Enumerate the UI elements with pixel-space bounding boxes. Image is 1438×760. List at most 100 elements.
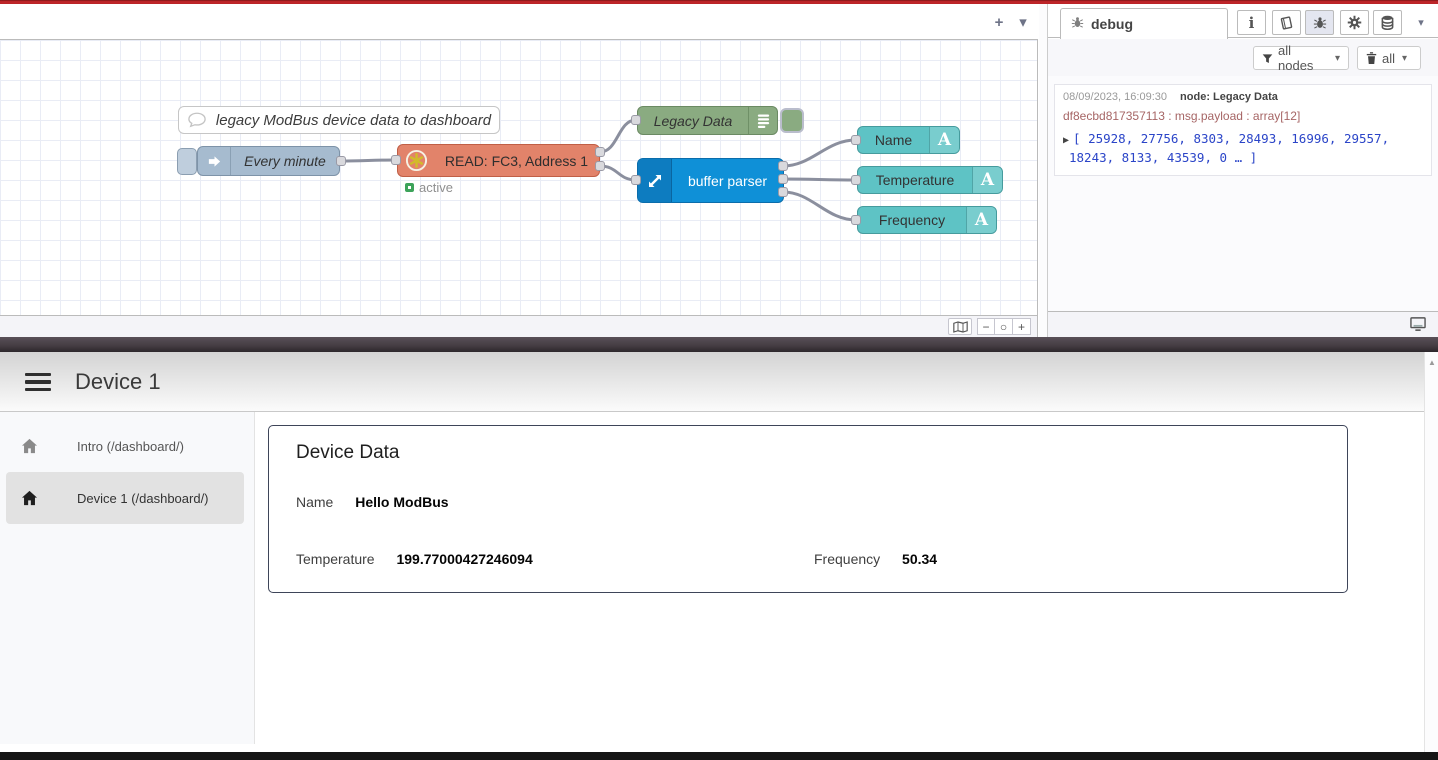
dashboard-scrollbar[interactable]: ▲	[1424, 352, 1438, 752]
dashboard-window: Device 1 Intro (/dashboard/) Device 1 (/…	[0, 352, 1438, 752]
hamburger-menu-icon[interactable]	[25, 373, 51, 391]
clear-messages-label: all	[1382, 51, 1395, 66]
ui-text-label: Frequency	[858, 212, 966, 228]
trash-icon	[1366, 52, 1377, 65]
debug-node[interactable]: Legacy Data	[637, 106, 778, 135]
status-square-icon	[405, 183, 414, 192]
ui-text-node-name[interactable]: Name A	[857, 126, 960, 154]
map-icon	[953, 321, 968, 333]
field-temperature: Temperature 199.77000427246094	[296, 551, 533, 567]
modbus-read-node[interactable]: READ: FC3, Address 1	[397, 144, 600, 177]
comment-label: legacy ModBus device data to dashboard	[208, 112, 499, 129]
funnel-icon	[1262, 53, 1273, 64]
caret-down-icon: ▾	[1402, 53, 1407, 64]
node-red-editor: + ▾ legacy ModBus device data to dashboa…	[0, 4, 1438, 337]
message-property: df8ecbd817357113 : msg.payload : array[1…	[1063, 109, 1423, 123]
home-icon	[20, 437, 39, 455]
minimap-button[interactable]	[948, 318, 972, 335]
sidebar-menu-caret-icon[interactable]: ▾	[1410, 10, 1432, 35]
modbus-icon	[398, 149, 434, 172]
modbus-status: active	[405, 180, 453, 195]
tab-debug-label: debug	[1091, 16, 1133, 32]
clear-messages-button[interactable]: all ▾	[1357, 46, 1421, 70]
port-modbus-out2[interactable]	[595, 161, 605, 171]
zoom-in-button[interactable]: +	[1013, 318, 1031, 335]
monitor-icon	[1410, 317, 1426, 332]
database-icon	[1381, 15, 1394, 30]
port-parser-out2[interactable]	[778, 174, 788, 184]
filter-nodes-button[interactable]: all nodes ▾	[1253, 46, 1349, 70]
sidebar-footer	[1048, 311, 1438, 337]
add-flow-button[interactable]: +	[988, 13, 1010, 33]
info-tab-button[interactable]: i	[1237, 10, 1266, 35]
field-label: Frequency	[814, 551, 880, 567]
dashboard-header: Device 1	[0, 352, 1438, 412]
sidebar-resize-handle[interactable]	[1039, 4, 1048, 337]
filter-nodes-label: all nodes	[1278, 43, 1328, 73]
caret-down-icon: ▾	[1335, 53, 1340, 64]
device-data-card: Device Data Name Hello ModBus Temperatur…	[268, 425, 1348, 593]
ui-text-node-temperature[interactable]: Temperature A	[857, 166, 1003, 194]
field-name: Name Hello ModBus	[296, 494, 449, 510]
port-name-in[interactable]	[851, 135, 861, 145]
payload-line2: 18243, 8133, 43539, 0 … ]	[1063, 149, 1423, 167]
text-widget-icon: A	[929, 127, 959, 153]
port-parser-in[interactable]	[631, 175, 641, 185]
nav-item-intro[interactable]: Intro (/dashboard/)	[6, 420, 244, 472]
field-value: 50.34	[902, 551, 937, 567]
canvas-footer: − ○ +	[0, 315, 1038, 337]
buffer-parser-label: buffer parser	[672, 173, 783, 189]
book-icon	[1279, 16, 1294, 30]
port-parser-out3[interactable]	[778, 187, 788, 197]
field-label: Name	[296, 494, 333, 510]
bug-icon	[1313, 16, 1327, 30]
inject-arrow-icon	[198, 147, 231, 175]
home-icon	[20, 489, 39, 507]
config-tab-button[interactable]	[1340, 10, 1369, 35]
dashboard-main: Device Data Name Hello ModBus Temperatur…	[255, 412, 1424, 752]
screen: + ▾ legacy ModBus device data to dashboa…	[0, 0, 1438, 760]
card-title: Device Data	[296, 442, 400, 464]
expand-arrow-icon[interactable]: ▶	[1063, 135, 1069, 146]
help-tab-button[interactable]	[1272, 10, 1301, 35]
debug-console-icon	[748, 107, 777, 134]
comment-node[interactable]: legacy ModBus device data to dashboard	[178, 106, 500, 134]
debug-enable-toggle[interactable]	[780, 108, 804, 133]
workspace-tabbar: + ▾	[0, 4, 1038, 40]
field-value: Hello ModBus	[355, 494, 448, 510]
port-debug-in[interactable]	[631, 115, 641, 125]
message-timestamp: 08/09/2023, 16:09:30	[1063, 91, 1167, 103]
port-temperature-in[interactable]	[851, 175, 861, 185]
zoom-reset-button[interactable]: ○	[995, 318, 1013, 335]
text-widget-icon: A	[972, 167, 1002, 193]
debug-tab-button[interactable]	[1305, 10, 1334, 35]
port-parser-out1[interactable]	[778, 161, 788, 171]
scroll-up-arrow-icon[interactable]: ▲	[1425, 358, 1438, 367]
ui-text-label: Temperature	[858, 172, 972, 188]
flow-list-caret-icon[interactable]: ▾	[1012, 13, 1034, 33]
port-modbus-out1[interactable]	[595, 147, 605, 157]
inject-label: Every minute	[231, 153, 339, 169]
field-value: 199.77000427246094	[396, 551, 532, 567]
open-debug-window-button[interactable]	[1410, 317, 1426, 337]
port-inject-out[interactable]	[336, 156, 346, 166]
dashboard-page-title: Device 1	[75, 369, 161, 395]
debug-sidebar: debug i ▾	[1048, 4, 1438, 337]
debug-filter-bar: all nodes ▾ all ▾	[1048, 39, 1438, 76]
inject-node[interactable]: Every minute	[197, 146, 340, 176]
ui-text-label: Name	[858, 132, 929, 148]
port-frequency-in[interactable]	[851, 215, 861, 225]
tab-debug[interactable]: debug	[1060, 8, 1228, 39]
window-bottom-edge	[0, 752, 1438, 760]
inject-trigger-button[interactable]	[177, 148, 197, 175]
speech-bubble-icon	[186, 111, 208, 129]
message-source-node: node: Legacy Data	[1180, 91, 1278, 103]
zoom-out-button[interactable]: −	[977, 318, 995, 335]
context-tab-button[interactable]	[1373, 10, 1402, 35]
window-divider	[0, 337, 1438, 352]
flow-canvas[interactable]: legacy ModBus device data to dashboard E…	[0, 40, 1038, 315]
port-modbus-in[interactable]	[391, 155, 401, 165]
buffer-parser-node[interactable]: buffer parser	[637, 158, 784, 203]
nav-item-device-1[interactable]: Device 1 (/dashboard/)	[6, 472, 244, 524]
ui-text-node-frequency[interactable]: Frequency A	[857, 206, 997, 234]
